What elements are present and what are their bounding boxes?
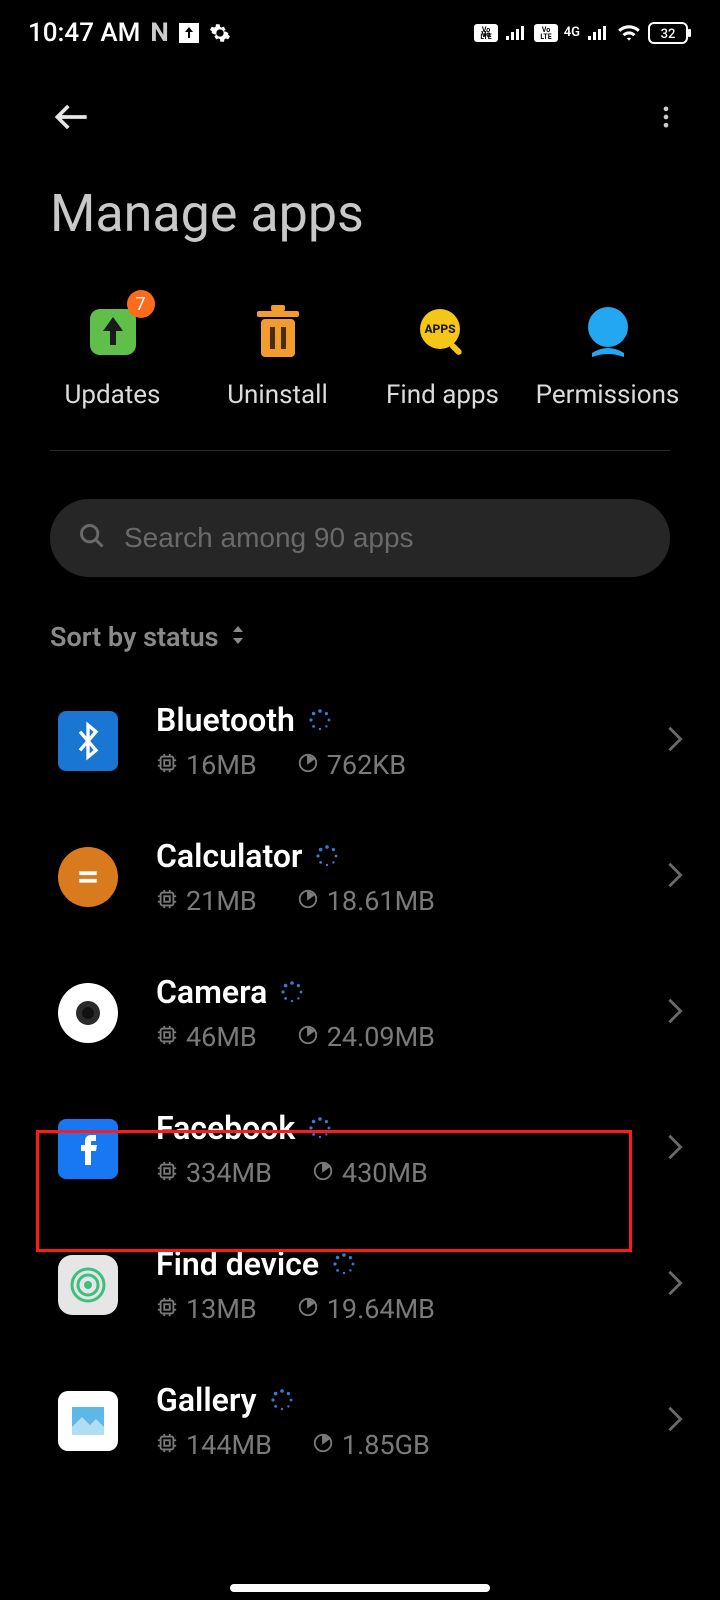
loading-icon: [333, 1253, 355, 1275]
chevron-right-icon: [666, 1405, 684, 1437]
pie-icon: [312, 1157, 334, 1189]
sort-label: Sort by status: [50, 621, 219, 653]
chevron-right-icon: [666, 1133, 684, 1165]
app-data: 430MB: [342, 1157, 428, 1189]
app-name: Gallery: [156, 1381, 257, 1419]
app-icon-find-device: [58, 1255, 118, 1315]
permissions-icon: [580, 304, 636, 360]
action-permissions[interactable]: Permissions: [525, 304, 690, 410]
svg-text:LTE: LTE: [540, 33, 551, 41]
action-find-apps[interactable]: APPS Find apps: [360, 304, 525, 410]
app-name: Find device: [156, 1245, 319, 1283]
chip-icon: [156, 749, 178, 781]
app-data: 24.09MB: [327, 1021, 435, 1053]
chevron-right-icon: [666, 725, 684, 757]
find-apps-icon: APPS: [415, 304, 471, 360]
home-indicator[interactable]: [230, 1584, 490, 1592]
page-title: Manage apps: [0, 153, 720, 244]
net-4g-icon: 4G: [564, 25, 580, 40]
signal-icon-2: [586, 24, 610, 42]
loading-icon: [309, 1117, 331, 1139]
app-data: 762KB: [327, 749, 406, 781]
app-storage: 16MB: [186, 749, 257, 781]
chevron-right-icon: [666, 1269, 684, 1301]
app-storage: 334MB: [186, 1157, 272, 1189]
app-data: 1.85GB: [342, 1429, 430, 1461]
status-time: 10:47 AM: [28, 18, 140, 48]
volte-icon-2: VoLTE: [534, 24, 558, 42]
app-icon-camera: [58, 983, 118, 1043]
pie-icon: [297, 1293, 319, 1325]
chip-icon: [156, 885, 178, 917]
sort-chevrons-icon: [229, 621, 247, 653]
loading-icon: [281, 981, 303, 1003]
pie-icon: [312, 1429, 334, 1461]
chip-icon: [156, 1021, 178, 1053]
actions-row: 7 Updates Uninstall APPS Find apps Permi…: [0, 244, 720, 450]
chevron-right-icon: [666, 997, 684, 1029]
chip-icon: [156, 1157, 178, 1189]
status-right: VoVoLTE VoLTE 4G 32: [474, 22, 692, 44]
pie-icon: [297, 1021, 319, 1053]
app-row-facebook[interactable]: Facebook 334MB 430MB: [0, 1081, 720, 1217]
action-label: Uninstall: [227, 380, 328, 410]
header: [0, 55, 720, 153]
upload-icon: [179, 23, 199, 43]
app-row-bluetooth[interactable]: Bluetooth 16MB 762KB: [0, 673, 720, 809]
action-updates[interactable]: 7 Updates: [30, 304, 195, 410]
chip-icon: [156, 1429, 178, 1461]
app-row-gallery[interactable]: Gallery 144MB 1.85GB: [0, 1353, 720, 1489]
app-icon-calculator: [58, 847, 118, 907]
pie-icon: [297, 749, 319, 781]
sort-control[interactable]: Sort by status: [0, 577, 720, 673]
chip-icon: [156, 1293, 178, 1325]
svg-text:LTE: LTE: [480, 33, 491, 41]
updates-icon: 7: [85, 304, 141, 360]
app-storage: 144MB: [186, 1429, 272, 1461]
action-label: Permissions: [536, 380, 680, 410]
search-bar[interactable]: [50, 499, 670, 577]
back-icon[interactable]: [50, 95, 94, 143]
pie-icon: [297, 885, 319, 917]
settings-icon: [209, 22, 231, 44]
app-row-find-device[interactable]: Find device 13MB 19.64MB: [0, 1217, 720, 1353]
more-icon[interactable]: [652, 103, 680, 135]
app-list: Bluetooth 16MB 762KB Calculator 21MB 18.…: [0, 673, 720, 1489]
netflix-icon: N: [150, 18, 168, 48]
uninstall-icon: [250, 304, 306, 360]
status-left: 10:47 AM N: [28, 18, 231, 48]
battery-icon: 32: [648, 22, 692, 44]
signal-icon-1: [504, 24, 528, 42]
svg-text:32: 32: [661, 27, 676, 42]
action-label: Find apps: [386, 380, 499, 410]
svg-text:APPS: APPS: [424, 322, 456, 336]
app-name: Facebook: [156, 1109, 295, 1147]
updates-badge: 7: [127, 290, 155, 318]
loading-icon: [309, 709, 331, 731]
app-storage: 21MB: [186, 885, 257, 917]
app-row-camera[interactable]: Camera 46MB 24.09MB: [0, 945, 720, 1081]
volte-icon: VoVoLTE: [474, 24, 498, 42]
wifi-icon: [616, 23, 642, 43]
app-icon-gallery: [58, 1391, 118, 1451]
app-data: 18.61MB: [327, 885, 435, 917]
app-icon-facebook: [58, 1119, 118, 1179]
loading-icon: [271, 1389, 293, 1411]
app-name: Calculator: [156, 837, 302, 875]
status-bar: 10:47 AM N VoVoLTE VoLTE 4G 32: [0, 0, 720, 55]
search-input[interactable]: [124, 522, 642, 554]
app-storage: 13MB: [186, 1293, 257, 1325]
chevron-right-icon: [666, 861, 684, 893]
action-label: Updates: [65, 380, 161, 410]
app-storage: 46MB: [186, 1021, 257, 1053]
app-name: Camera: [156, 973, 267, 1011]
app-data: 19.64MB: [327, 1293, 435, 1325]
loading-icon: [316, 845, 338, 867]
app-name: Bluetooth: [156, 701, 295, 739]
search-icon: [78, 522, 106, 554]
app-icon-bluetooth: [58, 711, 118, 771]
divider: [50, 450, 670, 451]
app-row-calculator[interactable]: Calculator 21MB 18.61MB: [0, 809, 720, 945]
action-uninstall[interactable]: Uninstall: [195, 304, 360, 410]
